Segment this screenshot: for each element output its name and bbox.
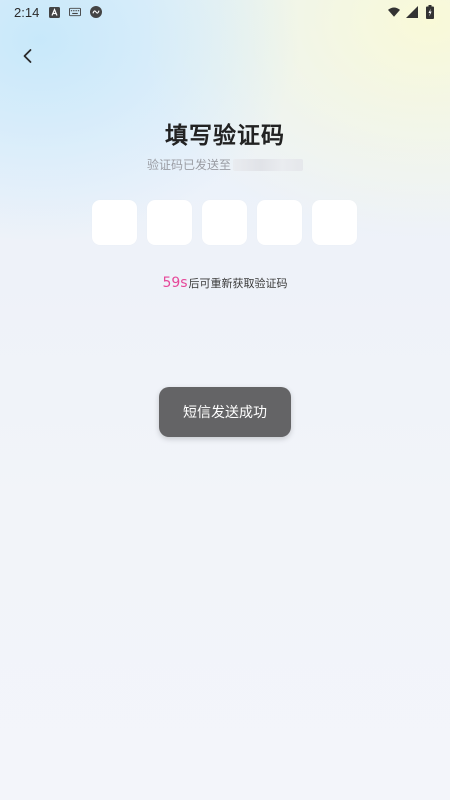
font-a-icon <box>48 6 60 18</box>
back-button[interactable] <box>14 44 42 72</box>
masked-phone-number <box>233 158 303 171</box>
signal-icon <box>406 6 418 18</box>
subtitle-row: 验证码已发送至 <box>0 156 450 173</box>
status-bar: 2:14 <box>0 0 450 24</box>
keyboard-icon <box>69 6 82 18</box>
resend-countdown: 59s 后可重新获取验证码 <box>0 275 450 291</box>
toast-text: 短信发送成功 <box>183 405 267 421</box>
code-digit-box[interactable] <box>92 200 137 245</box>
subtitle-text: 验证码已发送至 <box>146 158 231 172</box>
chevron-left-icon <box>21 48 35 68</box>
code-digit-box[interactable] <box>147 200 192 245</box>
verification-code-input[interactable] <box>92 200 357 245</box>
code-digit-box[interactable] <box>312 200 357 245</box>
link-app-icon <box>90 6 103 18</box>
countdown-seconds: 59s <box>162 275 188 291</box>
code-digit-box[interactable] <box>257 200 302 245</box>
toast-message: 短信发送成功 <box>159 387 291 437</box>
wifi-icon <box>388 6 400 18</box>
resend-text: 后可重新获取验证码 <box>188 277 288 290</box>
page-title: 填写验证码 <box>165 123 285 149</box>
battery-charging-icon <box>424 5 436 19</box>
code-digit-box[interactable] <box>202 200 247 245</box>
status-time: 2:14 <box>14 4 40 20</box>
